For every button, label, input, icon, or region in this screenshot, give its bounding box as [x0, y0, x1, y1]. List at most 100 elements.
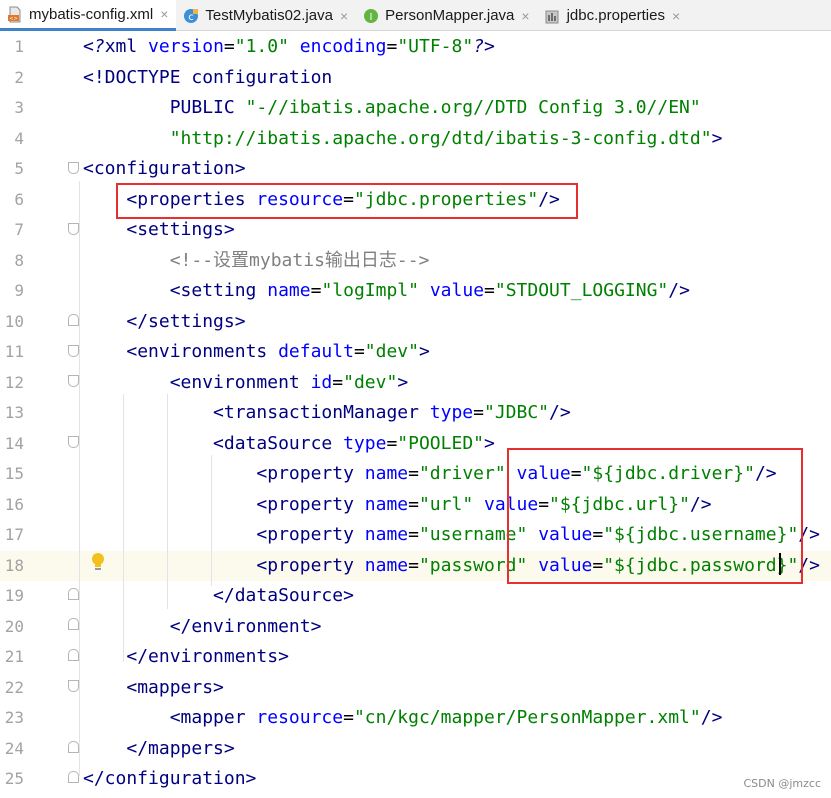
fold-marker[interactable]: [68, 345, 79, 357]
code-text: <mapper resource="cn/kgc/mapper/PersonMa…: [83, 703, 723, 734]
code-text: <!--设置mybatis输出日志-->: [83, 246, 430, 277]
fold-marker[interactable]: [68, 649, 79, 661]
code-line[interactable]: 25 </configuration>: [0, 764, 831, 795]
fold-marker[interactable]: [68, 588, 79, 600]
code-text: <environment id="dev">: [83, 368, 408, 399]
code-token: =: [484, 280, 495, 301]
code-text: <mappers>: [83, 673, 224, 704]
code-line[interactable]: 3 PUBLIC "-//ibatis.apache.org//DTD Conf…: [0, 93, 831, 124]
code-line[interactable]: 12 <environment id="dev">: [0, 368, 831, 399]
line-number: 1: [14, 37, 24, 56]
code-token: default: [278, 341, 354, 362]
code-line[interactable]: 19 </dataSource>: [0, 581, 831, 612]
fold-marker[interactable]: [68, 741, 79, 753]
line-number: 22: [4, 677, 24, 697]
code-token: <property: [256, 554, 365, 576]
fold-marker[interactable]: [68, 436, 79, 448]
code-token: <property: [256, 463, 365, 484]
code-token: <mapper: [169, 707, 257, 728]
code-token: />: [549, 402, 571, 423]
fold-marker[interactable]: [68, 375, 79, 387]
code-line[interactable]: 1 <?xml version="1.0" encoding="UTF-8"?>: [0, 32, 831, 63]
tab-personmapper[interactable]: I PersonMapper.java ×: [356, 0, 537, 31]
code-line[interactable]: 24 </mappers>: [0, 734, 831, 765]
svg-text:<>: <>: [9, 16, 17, 22]
code-token: <property: [256, 524, 365, 545]
code-token: <dataSource: [213, 432, 344, 454]
line-number: 7: [14, 220, 24, 239]
fold-marker[interactable]: [68, 771, 79, 783]
code-token: />: [700, 707, 723, 728]
editor-tab-bar: <> mybatis-config.xml × c TestMybatis02.…: [0, 0, 831, 31]
line-number: 25: [4, 769, 24, 788]
code-token: =: [408, 524, 419, 545]
fold-marker[interactable]: [68, 162, 79, 174]
line-number: 14: [4, 433, 24, 453]
code-text: PUBLIC "-//ibatis.apache.org//DTD Config…: [83, 93, 701, 124]
code-line[interactable]: 20 </environment>: [0, 612, 831, 643]
lightbulb-icon[interactable]: [90, 551, 106, 573]
code-line[interactable]: 21 </environments>: [0, 642, 831, 673]
code-line[interactable]: 4 "http://ibatis.apache.org/dtd/ibatis-3…: [0, 124, 831, 155]
code-token: <?: [83, 36, 105, 57]
code-text: </settings>: [83, 307, 246, 338]
line-number: 9: [14, 281, 24, 300]
code-token: <environments: [126, 341, 279, 362]
code-token: <configuration>: [83, 158, 246, 179]
code-line[interactable]: 22 <mappers>: [0, 673, 831, 704]
tab-jdbc-properties[interactable]: jdbc.properties ×: [538, 0, 689, 31]
close-icon[interactable]: ×: [340, 8, 348, 24]
code-token: <mappers>: [126, 676, 224, 698]
fold-marker[interactable]: [68, 223, 79, 235]
code-token: "logImpl": [321, 280, 419, 301]
code-line[interactable]: 5 <configuration>: [0, 154, 831, 185]
code-line[interactable]: 9 <setting name="logImpl" value="STDOUT_…: [0, 276, 831, 307]
line-number: 24: [4, 738, 24, 758]
tab-mybatis-config[interactable]: <> mybatis-config.xml ×: [0, 0, 177, 31]
code-line[interactable]: 11 <environments default="dev">: [0, 337, 831, 368]
line-number: 6: [14, 189, 24, 209]
code-token: >: [711, 127, 723, 149]
close-icon[interactable]: ×: [160, 6, 168, 22]
line-number: 17: [4, 525, 24, 544]
code-line[interactable]: 10 </settings>: [0, 307, 831, 338]
code-token: "1.0": [234, 36, 289, 57]
fold-marker[interactable]: [68, 680, 79, 692]
code-line[interactable]: 13 <transactionManager type="JDBC"/>: [0, 398, 831, 429]
code-text: <?xml version="1.0" encoding="UTF-8"?>: [83, 32, 495, 63]
code-editor[interactable]: 1 <?xml version="1.0" encoding="UTF-8"?> 2…: [0, 31, 831, 798]
code-line[interactable]: 8 <!--设置mybatis输出日志-->: [0, 246, 831, 277]
close-icon[interactable]: ×: [672, 8, 680, 24]
code-text: </mappers>: [83, 734, 234, 765]
highlight-box-properties: [116, 183, 578, 219]
code-token: <transactionManager: [213, 402, 430, 423]
code-token: "JDBC": [484, 402, 550, 423]
fold-marker[interactable]: [68, 314, 79, 326]
code-token: =: [473, 402, 484, 423]
code-token: "dev": [343, 371, 398, 393]
code-token: id: [310, 371, 333, 393]
tab-testmybatis02[interactable]: c TestMybatis02.java ×: [176, 0, 356, 31]
code-token: name: [364, 493, 409, 515]
code-line[interactable]: 23 <mapper resource="cn/kgc/mapper/Perso…: [0, 703, 831, 734]
fold-marker[interactable]: [68, 618, 79, 630]
code-line[interactable]: 7 <settings>: [0, 215, 831, 246]
code-token: </settings>: [126, 310, 246, 332]
code-token: name: [364, 524, 409, 545]
code-token: =: [386, 432, 398, 454]
close-icon[interactable]: ×: [521, 8, 529, 24]
code-line[interactable]: 2 <!DOCTYPE configuration: [0, 63, 831, 94]
code-token: </dataSource>: [213, 585, 354, 606]
code-token: >: [484, 432, 495, 454]
line-number: 4: [14, 128, 24, 148]
